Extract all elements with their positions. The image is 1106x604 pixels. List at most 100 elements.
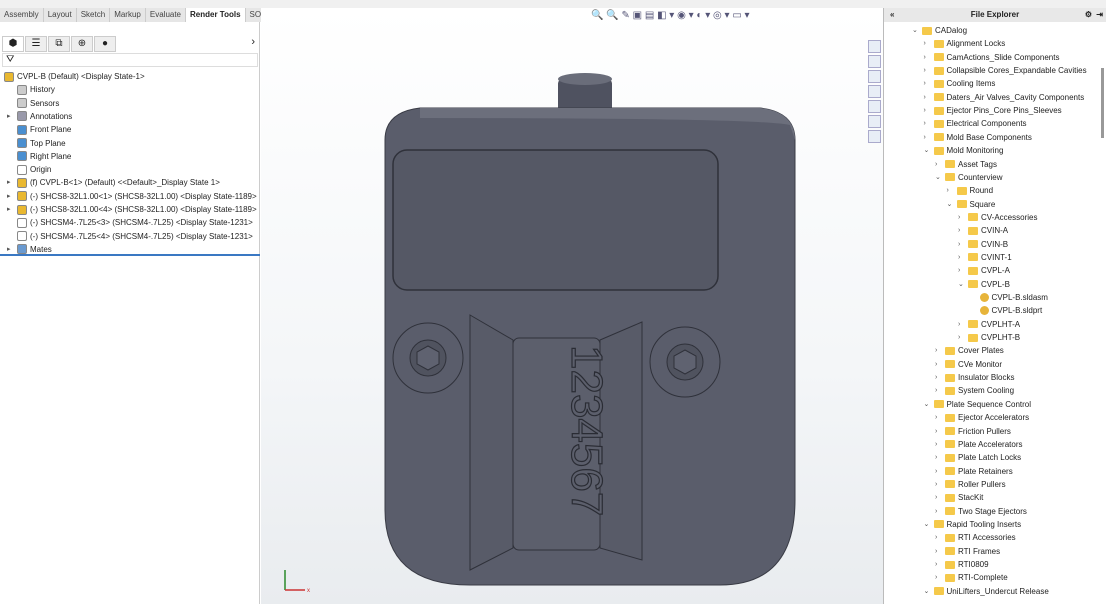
folder-item[interactable]: › CVPLHT-B bbox=[958, 331, 1020, 344]
chevron-right-icon[interactable]: › bbox=[935, 505, 945, 518]
chevron-down-icon[interactable]: ⌄ bbox=[935, 171, 945, 184]
collapse-icon[interactable]: « bbox=[890, 8, 894, 22]
folder-item[interactable]: › RTI Accessories bbox=[935, 531, 1016, 544]
folder-item[interactable]: ⌄ Counterview bbox=[935, 171, 1002, 184]
folder-item[interactable]: › StacKit bbox=[935, 491, 983, 504]
ribbon-tab[interactable]: Assembly bbox=[0, 8, 44, 22]
chevron-right-icon[interactable]: › bbox=[924, 131, 934, 144]
folder-item[interactable]: › Plate Accelerators bbox=[935, 438, 1022, 451]
chevron-right-icon[interactable]: › bbox=[958, 318, 968, 331]
ribbon-tab[interactable]: Layout bbox=[44, 8, 77, 22]
chevron-down-icon[interactable]: ⌄ bbox=[912, 24, 922, 37]
chevron-right-icon[interactable]: › bbox=[958, 211, 968, 224]
refresh-icon[interactable] bbox=[868, 130, 881, 143]
tree-item[interactable]: History bbox=[17, 83, 55, 96]
chevron-right-icon[interactable]: › bbox=[935, 371, 945, 384]
folder-item[interactable]: › Friction Pullers bbox=[935, 425, 1011, 438]
chevron-right-icon[interactable]: › bbox=[924, 37, 934, 50]
filter-icon[interactable]: ⛛ bbox=[2, 53, 258, 67]
chevron-right-icon[interactable]: › bbox=[935, 558, 945, 571]
chevron-right-icon[interactable]: › bbox=[958, 264, 968, 277]
folder-item[interactable]: ⌄ Plate Sequence Control bbox=[924, 398, 1032, 411]
chevron-down-icon[interactable]: ⌄ bbox=[924, 398, 934, 411]
expand-arrow-icon[interactable]: ▸ bbox=[7, 110, 11, 123]
folder-item[interactable]: ⌄ CADalog bbox=[912, 24, 967, 37]
folder-item[interactable]: › Ejector Accelerators bbox=[935, 411, 1029, 424]
tree-item[interactable]: CVPL-B (Default) <Display State-1> bbox=[4, 70, 145, 83]
expand-chevron-icon[interactable]: › bbox=[251, 36, 255, 48]
folder-item[interactable]: › Roller Pullers bbox=[935, 478, 1006, 491]
chevron-right-icon[interactable]: › bbox=[935, 571, 945, 584]
chevron-down-icon[interactable]: ⌄ bbox=[924, 144, 934, 157]
folder-item[interactable]: › Cooling Items bbox=[924, 77, 996, 90]
folder-item[interactable]: › Plate Latch Locks bbox=[935, 451, 1021, 464]
view-palette-icon[interactable] bbox=[868, 85, 881, 98]
chevron-down-icon[interactable]: ⌄ bbox=[924, 518, 934, 531]
chevron-right-icon[interactable]: › bbox=[958, 224, 968, 237]
display-manager-tab[interactable]: ● bbox=[94, 36, 116, 52]
chevron-down-icon[interactable]: ⌄ bbox=[947, 198, 957, 211]
tree-item[interactable]: Origin bbox=[17, 163, 51, 176]
folder-item[interactable]: › CV-Accessories bbox=[958, 211, 1037, 224]
folder-item[interactable]: › Daters_Air Valves_Cavity Components bbox=[924, 91, 1085, 104]
folder-item[interactable]: › RTI Frames bbox=[935, 545, 1000, 558]
file-item[interactable]: CVPL-B.sldprt bbox=[970, 304, 1042, 317]
chevron-right-icon[interactable]: › bbox=[924, 117, 934, 130]
chevron-right-icon[interactable]: › bbox=[935, 158, 945, 171]
folder-item[interactable]: › Plate Retainers bbox=[935, 465, 1013, 478]
folder-icon[interactable] bbox=[868, 70, 881, 83]
chevron-right-icon[interactable]: › bbox=[924, 104, 934, 117]
chevron-right-icon[interactable]: › bbox=[935, 411, 945, 424]
tree-item[interactable]: Right Plane bbox=[17, 150, 71, 163]
chevron-right-icon[interactable]: › bbox=[935, 531, 945, 544]
tree-item[interactable]: Front Plane bbox=[17, 123, 71, 136]
folder-item[interactable]: › Ejector Pins_Core Pins_Sleeves bbox=[924, 104, 1062, 117]
custom-properties-icon[interactable] bbox=[868, 115, 881, 128]
tree-item[interactable]: (-) SHCSM4-.7L25<3> (SHCSM4-.7L25) <Disp… bbox=[17, 216, 253, 229]
folder-item[interactable]: › Mold Base Components bbox=[924, 131, 1032, 144]
folder-item[interactable]: › Alignment Locks bbox=[924, 37, 1006, 50]
folder-item[interactable]: ⌄ CVPL-B bbox=[958, 278, 1010, 291]
feature-tree-tab[interactable]: ⬢ bbox=[2, 36, 24, 52]
chevron-right-icon[interactable]: › bbox=[947, 184, 957, 197]
folder-item[interactable]: › RTI-Complete bbox=[935, 571, 1008, 584]
chevron-right-icon[interactable]: › bbox=[935, 545, 945, 558]
property-manager-tab[interactable]: ☰ bbox=[25, 36, 47, 52]
folder-item[interactable]: ⌄ Square bbox=[947, 198, 996, 211]
chevron-right-icon[interactable]: › bbox=[924, 77, 934, 90]
chevron-right-icon[interactable]: › bbox=[924, 51, 934, 64]
folder-item[interactable]: › CVPLHT-A bbox=[958, 318, 1020, 331]
folder-item[interactable]: › CVe Monitor bbox=[935, 358, 1002, 371]
folder-item[interactable]: › CVINT-1 bbox=[958, 251, 1012, 264]
expand-arrow-icon[interactable]: ▸ bbox=[7, 190, 11, 203]
tree-item[interactable]: (-) SHCSM4-.7L25<4> (SHCSM4-.7L25) <Disp… bbox=[17, 230, 253, 243]
chevron-right-icon[interactable]: › bbox=[924, 64, 934, 77]
folder-item[interactable]: › CVPL-A bbox=[958, 264, 1010, 277]
folder-item[interactable]: ⌄ UniLifters_Undercut Release bbox=[924, 585, 1049, 598]
pin-icon[interactable]: ⇥ bbox=[1096, 8, 1103, 22]
model-3d[interactable]: 1234567 bbox=[261, 8, 883, 604]
chevron-down-icon[interactable]: ⌄ bbox=[958, 278, 968, 291]
chevron-right-icon[interactable]: › bbox=[958, 251, 968, 264]
chevron-right-icon[interactable]: › bbox=[935, 491, 945, 504]
folder-item[interactable]: › Round bbox=[947, 184, 994, 197]
folder-item[interactable]: › Cover Plates bbox=[935, 344, 1004, 357]
chevron-right-icon[interactable]: › bbox=[958, 238, 968, 251]
chevron-right-icon[interactable]: › bbox=[935, 344, 945, 357]
folder-item[interactable]: › RTI0809 bbox=[935, 558, 989, 571]
folder-item[interactable]: ⌄ Rapid Tooling Inserts bbox=[924, 518, 1022, 531]
tree-item[interactable]: ▸ (-) SHCS8-32L1.00<1> (SHCS8-32L1.00) <D… bbox=[7, 190, 257, 203]
tree-item[interactable]: Sensors bbox=[17, 97, 59, 110]
chevron-right-icon[interactable]: › bbox=[935, 425, 945, 438]
graphics-viewport[interactable]: 🔍 🔍 ✎ ▣ ▤ ◧ ▾ ◉ ▾ ◐ ▾ ◎ ▾ ▭ ▾ 1234567 x bbox=[261, 8, 883, 604]
chevron-right-icon[interactable]: › bbox=[935, 451, 945, 464]
tree-item[interactable]: ▸ (f) CVPL-B<1> (Default) <<Default>_Disp… bbox=[7, 176, 220, 189]
folder-item[interactable]: ⌄ Mold Monitoring bbox=[924, 144, 1004, 157]
file-item[interactable]: CVPL-B.sldasm bbox=[970, 291, 1048, 304]
tree-item[interactable]: ▸ (-) SHCS8-32L1.00<4> (SHCS8-32L1.00) <D… bbox=[7, 203, 257, 216]
configuration-tab[interactable]: ⧉ bbox=[48, 36, 70, 52]
ribbon-tab[interactable]: Sketch bbox=[77, 8, 111, 22]
chevron-right-icon[interactable]: › bbox=[935, 478, 945, 491]
ribbon-tab[interactable]: Evaluate bbox=[146, 8, 187, 22]
folder-item[interactable]: › CamActions_Slide Components bbox=[924, 51, 1060, 64]
